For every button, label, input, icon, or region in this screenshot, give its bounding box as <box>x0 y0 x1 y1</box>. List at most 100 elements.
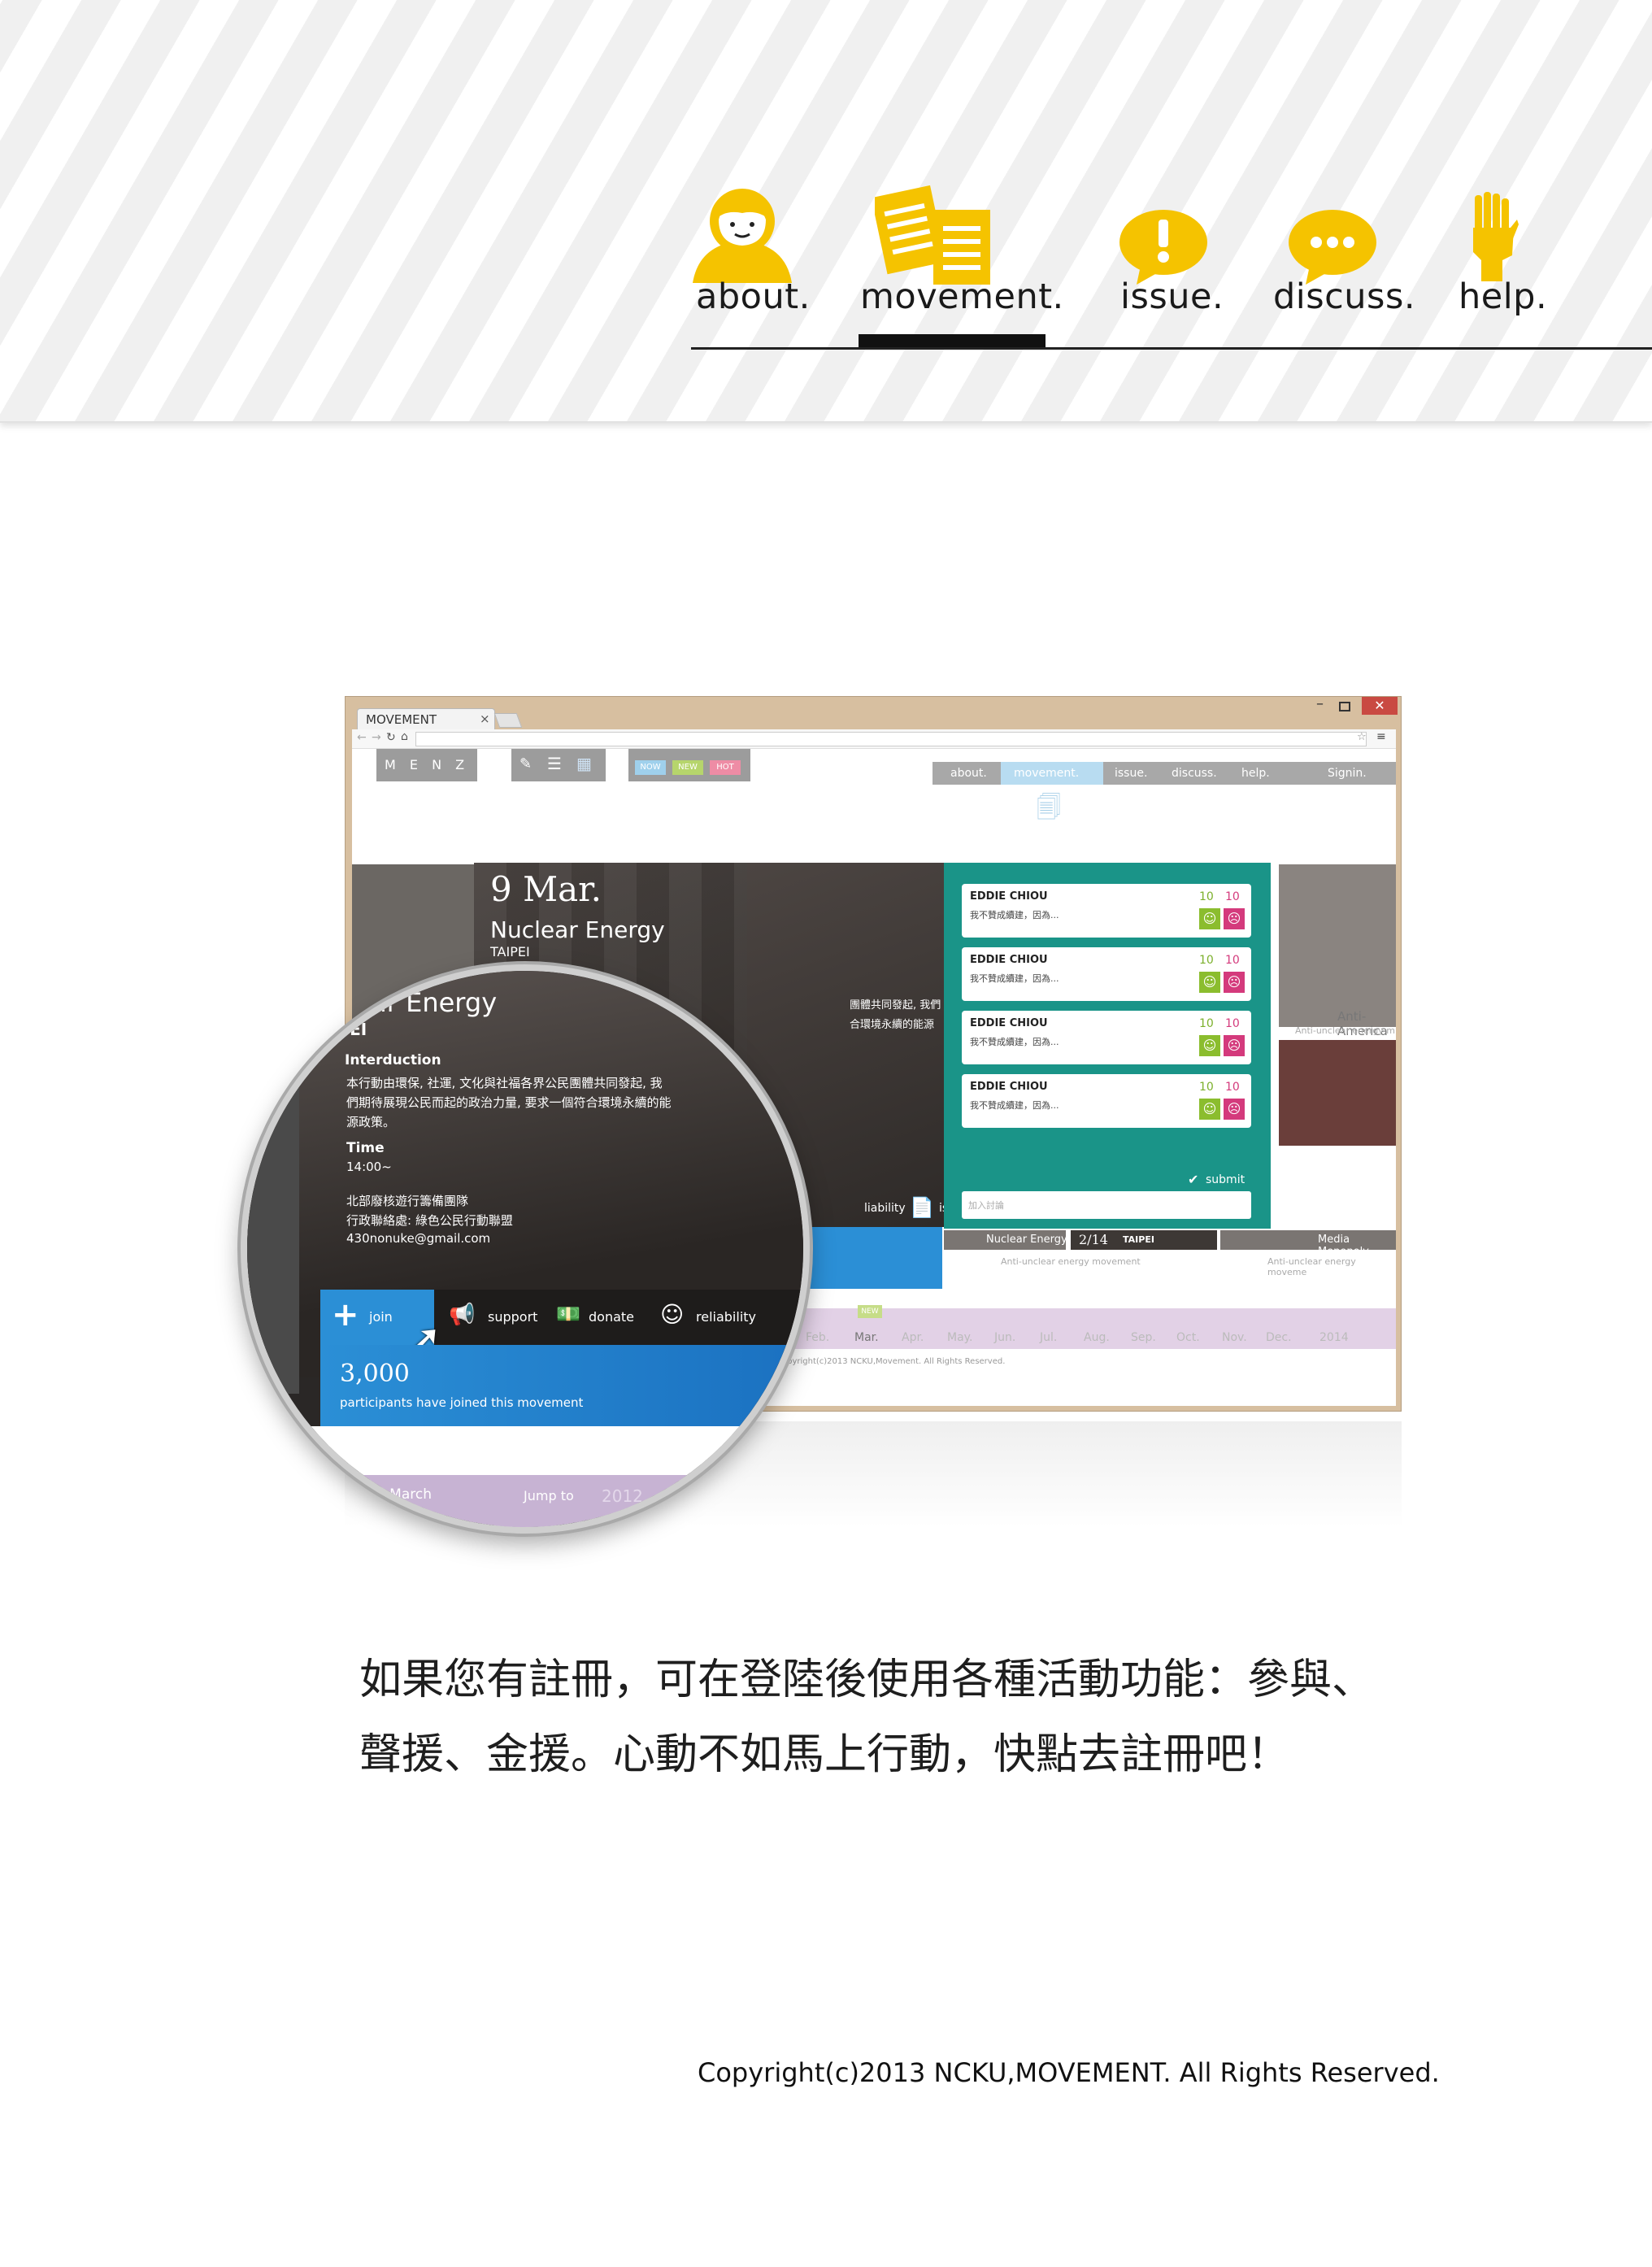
maximize-icon[interactable] <box>1339 702 1350 711</box>
smile-icon[interactable]: ☺ <box>1199 908 1220 929</box>
reload-icon[interactable]: ↻ <box>386 731 396 744</box>
site-documents-icon: 🗐 <box>1037 794 1061 822</box>
copyright: Copyright(c)2013 NCKU,MOVEMENT. All Righ… <box>698 2057 1440 2088</box>
document-icon[interactable]: 📄 <box>910 1196 934 1219</box>
donate-button[interactable]: donate <box>589 1309 634 1325</box>
reliability-button[interactable]: reliability <box>696 1309 756 1325</box>
magnifier-lens: clear Energy IPEI Interduction 本行動由環保, 社… <box>241 964 810 1534</box>
submit-button[interactable]: submit <box>1206 1173 1245 1186</box>
chat-bubble-icon[interactable] <box>1288 208 1377 286</box>
magnified-title: clear Energy <box>333 987 498 1018</box>
person-icon[interactable] <box>691 187 793 283</box>
site-nav-discuss[interactable]: discuss. <box>1172 767 1217 780</box>
nav-about[interactable]: about. <box>696 276 811 317</box>
month-apr[interactable]: Apr. <box>902 1331 924 1344</box>
month-sep[interactable]: Sep. <box>1131 1331 1156 1344</box>
frown-icon[interactable]: ☹ <box>1224 972 1245 993</box>
comment-author: EDDIE CHIOU <box>970 954 1048 966</box>
year-label[interactable]: 2012. <box>602 1486 648 1506</box>
smile-icon[interactable]: ☺ <box>1199 1035 1220 1056</box>
exclamation-bubble-icon[interactable] <box>1119 208 1208 286</box>
comment-card: EDDIE CHIOU 我不贊成續建，因為... 10 10 ☺ ☹ <box>962 1011 1251 1064</box>
time-value: 14:00~ <box>346 1160 392 1174</box>
tag-now[interactable]: NOW <box>635 760 666 775</box>
disagree-count: 10 <box>1225 1017 1240 1030</box>
frown-icon[interactable]: ☹ <box>1224 1099 1245 1120</box>
card-city: TAIPEI <box>1123 1234 1154 1245</box>
close-icon[interactable]: ✕ <box>1362 697 1398 715</box>
site-nav-issue[interactable]: issue. <box>1115 767 1147 780</box>
site-nav-signin[interactable]: Signin. <box>1328 767 1367 780</box>
comment-author: EDDIE CHIOU <box>970 890 1048 903</box>
tab-close-icon[interactable]: × <box>480 711 490 726</box>
year-2014[interactable]: 2014 <box>1319 1331 1349 1344</box>
smile-icon[interactable]: ☺ <box>1199 1099 1220 1120</box>
documents-icon[interactable] <box>871 185 993 286</box>
intro-heading: Interduction <box>345 1052 441 1068</box>
disagree-count: 10 <box>1225 890 1240 903</box>
filter-tags: NOW NEW HOT <box>628 749 750 781</box>
event-date: 9 Mar. <box>490 869 602 909</box>
month-dec[interactable]: Dec. <box>1266 1331 1292 1344</box>
smile-icon[interactable]: ☺ <box>1199 972 1220 993</box>
tag-hot[interactable]: HOT <box>710 760 741 775</box>
browser-tab[interactable]: MOVEMENT × <box>357 708 495 729</box>
comment-card: EDDIE CHIOU 我不贊成續建，因為... 10 10 ☺ ☹ <box>962 884 1251 938</box>
site-nav-help[interactable]: help. <box>1241 767 1270 780</box>
comment-text: 我不贊成續建，因為... <box>970 1100 1059 1111</box>
list-view-icon[interactable]: ☰ <box>547 754 562 773</box>
star-icon[interactable]: ☆ <box>1357 731 1367 743</box>
comment-input[interactable]: 加入討論 <box>962 1191 1251 1219</box>
month-jun[interactable]: Jun. <box>994 1331 1015 1344</box>
menu-icon[interactable]: ≡ <box>1376 730 1386 743</box>
agree-count: 10 <box>1199 954 1214 967</box>
nav-issue[interactable]: issue. <box>1120 276 1224 317</box>
frown-icon[interactable]: ☹ <box>1224 1035 1245 1056</box>
month-aug[interactable]: Aug. <box>1084 1331 1110 1344</box>
nav-underline <box>691 347 1652 350</box>
site-footer: Copyright(c)2013 NCKU,Movement. All Righ… <box>776 1357 1006 1366</box>
frown-icon[interactable]: ☹ <box>1224 908 1245 929</box>
organizer-contact: 行政聯絡處: 綠色公民行動聯盟 <box>346 1213 513 1228</box>
support-button[interactable]: support <box>488 1309 537 1325</box>
tag-new[interactable]: NEW <box>672 760 703 775</box>
comment-panel: EDDIE CHIOU 我不贊成續建，因為... 10 10 ☺ ☹ EDDIE… <box>944 863 1271 1229</box>
event-reliability[interactable]: liability <box>864 1202 906 1215</box>
month-feb[interactable]: Feb. <box>806 1331 829 1344</box>
nav-active-indicator <box>859 334 1046 348</box>
site-nav: about. movement. issue. discuss. help. S… <box>933 762 1396 785</box>
tab-title: MOVEMENT <box>366 712 437 727</box>
pin-icon[interactable]: ✎ <box>520 755 532 772</box>
comment-card: EDDIE CHIOU 我不贊成續建，因為... 10 10 ☺ ☹ <box>962 947 1251 1001</box>
month-oct[interactable]: Oct. <box>1176 1331 1200 1344</box>
month-may[interactable]: May. <box>947 1331 972 1344</box>
check-icon[interactable]: ✔ <box>1188 1172 1198 1187</box>
site-logo: M E N Z <box>376 749 477 781</box>
nav-movement[interactable]: movement. <box>860 276 1064 317</box>
raised-hand-icon[interactable] <box>1467 192 1519 281</box>
minimize-icon[interactable]: – <box>1316 695 1324 712</box>
back-icon[interactable]: ← <box>357 731 367 744</box>
jump-to-button[interactable]: Jump to <box>524 1488 574 1503</box>
nav-help[interactable]: help. <box>1459 276 1547 317</box>
site-nav-movement[interactable]: movement. <box>1014 767 1079 780</box>
month-mar[interactable]: Mar. <box>854 1331 879 1344</box>
magnified-city: IPEI <box>332 1020 367 1039</box>
event-topic: Nuclear Energy <box>490 916 665 943</box>
agree-count: 10 <box>1199 1017 1214 1030</box>
magnified-timeline: s in March Jump to 2012. <box>247 1475 803 1527</box>
money-icon: 💵 <box>556 1303 580 1325</box>
month-jul[interactable]: Jul. <box>1040 1331 1057 1344</box>
card-tag: Anti-unclear energy movement <box>1001 1256 1141 1267</box>
card-right-bottom <box>1279 1040 1396 1146</box>
participants-panel: 3,000 participants have joined this move… <box>320 1345 803 1426</box>
page: { "nav": { "items": [ {"label": "about."… <box>0 0 1652 2267</box>
address-bar[interactable] <box>415 732 1367 746</box>
month-nov[interactable]: Nov. <box>1222 1331 1247 1344</box>
grid-view-icon[interactable]: ▦ <box>576 754 592 773</box>
site-nav-about[interactable]: about. <box>950 767 987 780</box>
nav-discuss[interactable]: discuss. <box>1273 276 1415 317</box>
new-tab-button[interactable] <box>493 713 523 728</box>
forward-icon[interactable]: → <box>372 731 381 744</box>
home-icon[interactable]: ⌂ <box>401 730 408 743</box>
